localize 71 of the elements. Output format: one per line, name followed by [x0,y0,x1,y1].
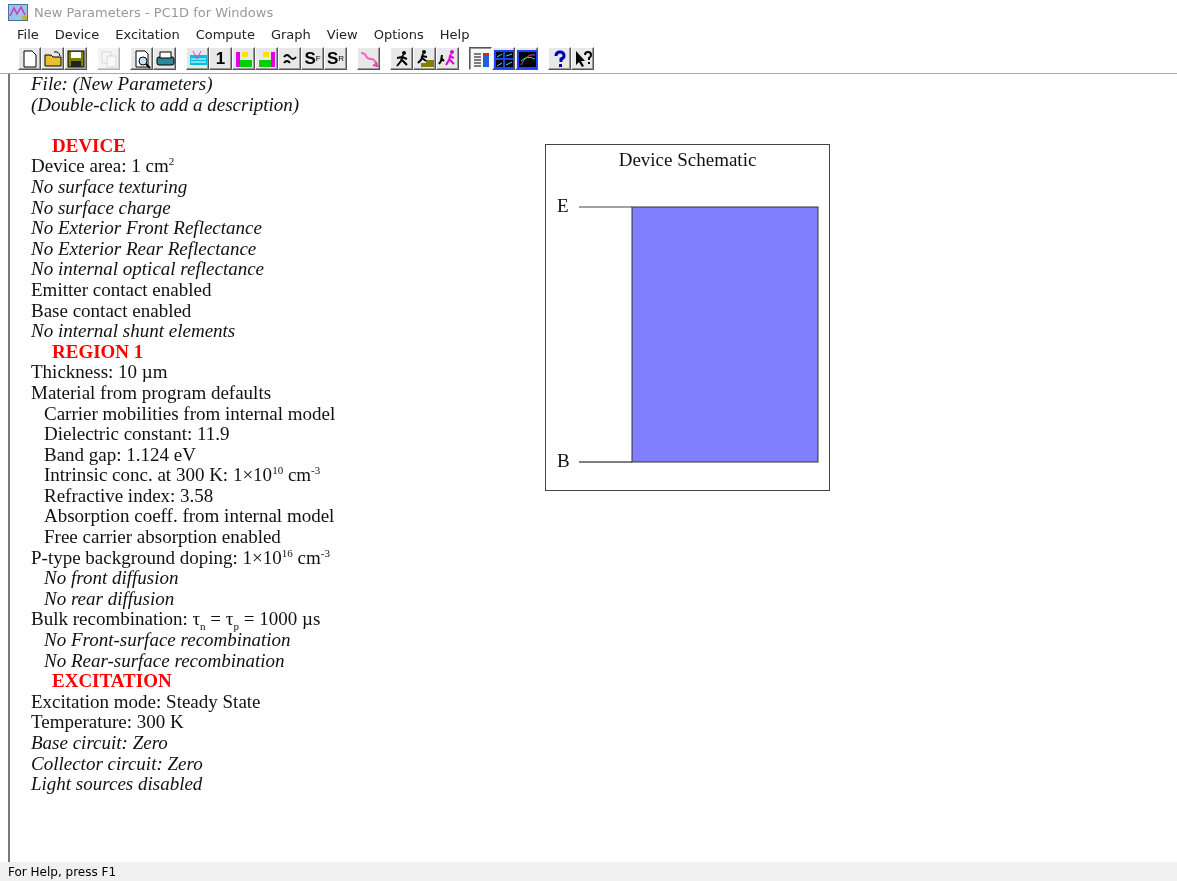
section-heading: DEVICE [51,135,127,157]
parameter-line: Excitation mode: Steady State [31,691,262,713]
menu-item[interactable]: Device [46,27,108,42]
header-line: (Double-click to add a description) [31,94,301,116]
menu-item[interactable]: Graph [262,27,319,42]
parameter-line: Light sources disabled [31,774,204,795]
schematic-title: Device Schematic [618,149,757,171]
running-figures-button[interactable] [436,47,459,70]
parameter-line: No Rear-surface recombination [43,650,286,672]
header-line: File: (New Parameters) [31,74,214,95]
rear-doping-button[interactable] [255,47,278,70]
menu-item[interactable]: Help [431,27,478,42]
parameter-line: Collector circuit: Zero [31,753,204,775]
parameter-line: Thickness: 10 µm [31,362,169,383]
parameter-line: Refractive index: 3.58 [43,485,215,507]
parameter-line: Absorption coeff. from internal model [43,506,336,528]
parameter-line: Base circuit: Zero [31,733,169,754]
device-button[interactable] [186,47,209,70]
parameter-line: Carrier mobilities from internal model [43,403,337,425]
section-heading: EXCITATION [51,671,173,692]
page-button[interactable] [18,47,41,70]
pointer-question-button[interactable] [571,47,594,70]
parameter-line: Temperature: 300 K [31,712,184,733]
menu-item[interactable]: View [318,27,366,42]
parameter-line: Material from program defaults [31,382,273,404]
light-ray-button[interactable] [357,47,380,70]
parameter-line: Base contact enabled [31,300,193,322]
text-view-button[interactable] [469,47,492,70]
graph-grid-button[interactable] [492,47,515,70]
parameter-line: Bulk recombination: τ$_{n}$ = τ$_{p}$ = 1000 µs [31,609,322,631]
graph-icon [516,48,537,69]
parameter-line: No surface charge [31,197,171,219]
toolbar-button[interactable]: 1 [209,47,232,70]
graph-button[interactable] [515,47,538,70]
section-heading: REGION 1 [51,341,145,363]
copy-icon [98,48,119,69]
menu-item[interactable]: Options [365,27,432,42]
status-text: For Help, press F1 [8,864,117,879]
parameter-line: No internal shunt elements [31,321,237,342]
running-figure-button[interactable] [390,47,413,70]
parameter-line: No surface texturing [31,176,189,198]
floppy-disk-button[interactable] [64,47,87,70]
graph-grid-icon [493,48,514,69]
parameter-line: Band gap: 1.124 eV [43,444,197,466]
folder-icon [42,48,63,69]
menu-item[interactable]: File [9,27,47,42]
parameter-line: Emitter contact enabled [31,279,212,301]
parameter-line: No front diffusion [44,568,180,589]
parameter-line: Device area: 1 cm$^{2}$ [31,156,176,177]
menu-item[interactable]: Compute [187,27,263,42]
folder-button[interactable] [41,47,64,70]
printer-button[interactable] [153,47,176,70]
parameter-line: No Exterior Rear Reflectance [31,238,257,260]
parameter-line: No Exterior Front Reflectance [31,218,263,239]
parameter-line: P-type background doping: 1×10$^{16}$ cm$^{-3}$ [31,547,331,569]
running-stairs-button[interactable] [413,47,436,70]
printer-icon [154,48,175,69]
parameter-line: Free carrier absorption enabled [43,527,282,548]
squiggle-button[interactable] [278,47,301,70]
parameter-line: Intrinsic conc. at 300 K: 1×10$^{10}$ cm$^{-3}$ [43,465,322,486]
parameter-line: Dielectric constant: 11.9 [43,424,231,445]
parameter-line: No internal optical reflectance [31,259,266,280]
menu-item[interactable]: Excitation [107,27,188,42]
front-doping-button[interactable] [232,47,255,70]
base-label: B [557,450,570,472]
print-preview-button[interactable] [130,47,153,70]
emitter-label: E [557,195,569,217]
app-icon [8,3,28,21]
parameter-line: No rear diffusion [43,588,175,610]
window-title: New Parameters - PC1D for Windows [34,4,274,20]
question-mark-button[interactable] [548,47,571,70]
